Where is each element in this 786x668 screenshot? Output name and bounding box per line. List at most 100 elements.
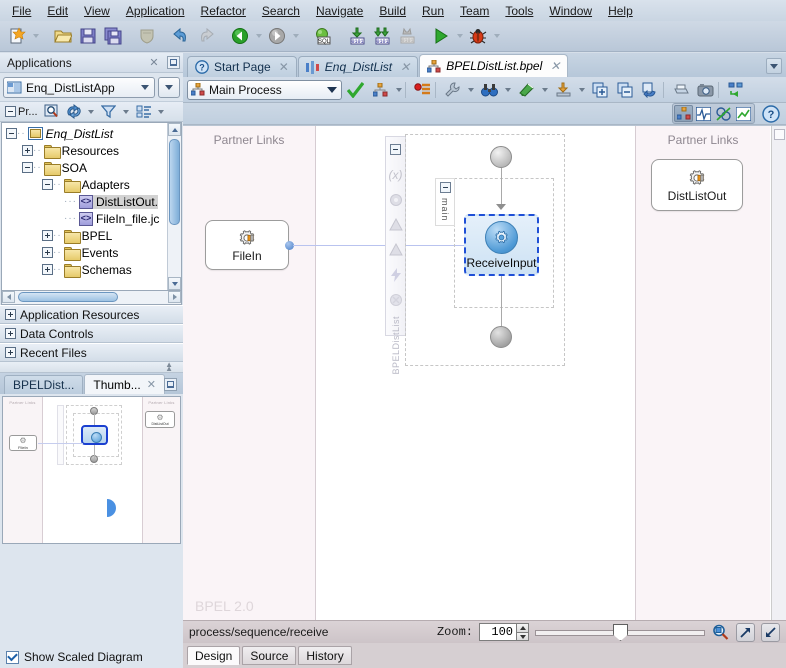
process-selector[interactable]: Main Process [187,79,342,100]
scrollbar-thumb[interactable] [169,139,180,225]
bpel-structure-icon[interactable] [368,78,392,102]
wrench-icon[interactable] [440,78,464,102]
paint-dropdown-arrow[interactable] [539,79,550,101]
help-icon[interactable]: ? [761,104,780,123]
editor-tab-composite[interactable]: Enq_DistList ✕ [297,56,419,77]
back-icon[interactable] [228,24,252,48]
new-icon[interactable] [5,24,29,48]
scrollbar-thumb[interactable] [18,292,118,302]
close-icon[interactable]: ✕ [279,60,289,74]
zoom-slider[interactable] [535,624,705,641]
forward-icon[interactable] [265,24,289,48]
zoom-stepper[interactable] [479,623,529,641]
expand-icon[interactable] [5,347,16,358]
menu-item-window[interactable]: Window [541,2,600,20]
tree-row[interactable]: ·· Enq_DistList [2,125,167,142]
close-icon[interactable]: ✕ [147,378,156,391]
expand-icon[interactable] [736,622,755,642]
palette-event-handler-icon[interactable] [386,262,405,287]
dock-tab-thumbnail[interactable]: Thumb... ✕ [84,374,165,394]
debug-icon[interactable] [466,24,490,48]
chevron-down-icon[interactable] [138,79,152,96]
zoom-fit-icon[interactable] [711,623,730,642]
monitor-view-icon[interactable] [694,105,713,122]
filter-icon[interactable] [99,103,119,121]
menu-item-edit[interactable]: Edit [39,2,76,20]
project-tree[interactable]: ·· Enq_DistList ·· Resources ·· SOA ·· A… [1,122,182,291]
tree-vertical-scrollbar[interactable] [167,123,181,290]
filter-dropdown-arrow[interactable] [121,101,132,123]
tree-row[interactable]: ·· SOA [2,159,167,176]
show-scaled-diagram-row[interactable]: Show Scaled Diagram [0,646,183,668]
zoom-spin-buttons[interactable] [516,623,529,641]
refresh-dropdown-arrow[interactable] [86,101,97,123]
close-icon[interactable]: ✕ [400,60,410,74]
menu-item-view[interactable]: View [76,2,118,20]
panel-resizer[interactable]: ▲ ▲ [0,361,183,373]
back-dropdown-arrow[interactable] [253,25,264,47]
partner-link-filein[interactable]: FileIn [205,220,289,270]
menu-item-run[interactable]: Run [414,2,452,20]
menu-item-navigate[interactable]: Navigate [308,2,371,20]
shield-icon[interactable] [135,24,159,48]
editor-tab-start-page[interactable]: ? Start Page ✕ [187,56,297,77]
accordion-data-controls[interactable]: Data Controls [0,324,183,343]
zoom-decrease-icon[interactable] [516,632,529,641]
collapse-icon[interactable] [761,622,780,642]
redo-icon[interactable] [194,24,218,48]
scroll-up-icon[interactable] [168,123,181,136]
menu-item-search[interactable]: Search [254,2,308,20]
save-icon[interactable] [76,24,100,48]
policies-view-icon[interactable] [714,105,733,122]
open-icon[interactable] [51,24,75,48]
generate-icon[interactable] [723,78,747,102]
scroll-left-icon[interactable] [2,291,15,303]
print-icon[interactable] [668,78,692,102]
tree-toggle-minus-icon[interactable] [22,162,33,173]
palette-termination-icon[interactable] [386,287,405,312]
menu-item-help[interactable]: Help [600,2,641,20]
application-menu-button[interactable] [158,77,180,98]
save-all-icon[interactable] [101,24,125,48]
search-icon[interactable] [42,103,62,121]
analytics-view-icon[interactable] [734,105,753,122]
accordion-recent-files[interactable]: Recent Files [0,343,183,362]
make-icon[interactable]: 0101 [345,24,369,48]
menu-item-file[interactable]: File [4,2,39,20]
validate-icon[interactable] [343,78,367,102]
scrollbar-thumb[interactable] [774,129,785,140]
scroll-right-icon[interactable] [168,291,181,303]
dock-tab-bpeldist[interactable]: BPELDist... [4,375,84,394]
palette-collapse-button[interactable] [386,137,405,162]
accordion-application-resources[interactable]: Application Resources [0,305,183,324]
tab-design[interactable]: Design [187,646,241,665]
close-icon[interactable]: ✕ [147,56,161,70]
rebuild-icon[interactable]: 0101 [370,24,394,48]
chevron-down-icon[interactable] [325,87,339,93]
bpel-canvas[interactable]: Partner Links BPEL 2.0 Partner Links Fil… [183,125,786,620]
palette-fault-handler-icon[interactable] [386,212,405,237]
editor-tab-overflow-button[interactable] [766,58,782,74]
minimize-icon[interactable] [164,378,177,391]
canvas-vertical-scrollbar[interactable] [771,126,786,620]
palette-correlation-icon[interactable] [386,187,405,212]
tab-history[interactable]: History [298,646,352,665]
refresh-icon[interactable] [64,103,84,121]
main-sequence-label-box[interactable]: main [435,178,455,226]
forward-dropdown-arrow[interactable] [290,25,301,47]
expand-all-icon[interactable] [588,78,612,102]
palette-variables-icon[interactable]: (x) [386,162,405,187]
tree-row[interactable]: ·· BPEL [2,227,167,244]
run-icon[interactable] [429,24,453,48]
binoculars-dropdown-arrow[interactable] [502,79,513,101]
tree-row[interactable]: ·· Events [2,244,167,261]
bpel-palette-strip[interactable]: (x) BPELDistList [385,136,406,375]
zoom-input[interactable] [479,623,516,641]
tree-toggle-plus-icon[interactable] [42,230,53,241]
menu-item-team[interactable]: Team [452,2,497,20]
debug-dropdown-arrow[interactable] [491,25,502,47]
projects-button[interactable]: Pr... [3,106,40,118]
tree-toggle-minus-icon[interactable] [42,179,53,190]
tab-source[interactable]: Source [242,646,297,665]
tree-row-distlistout[interactable]: ··· <> DistListOut. [2,193,167,210]
